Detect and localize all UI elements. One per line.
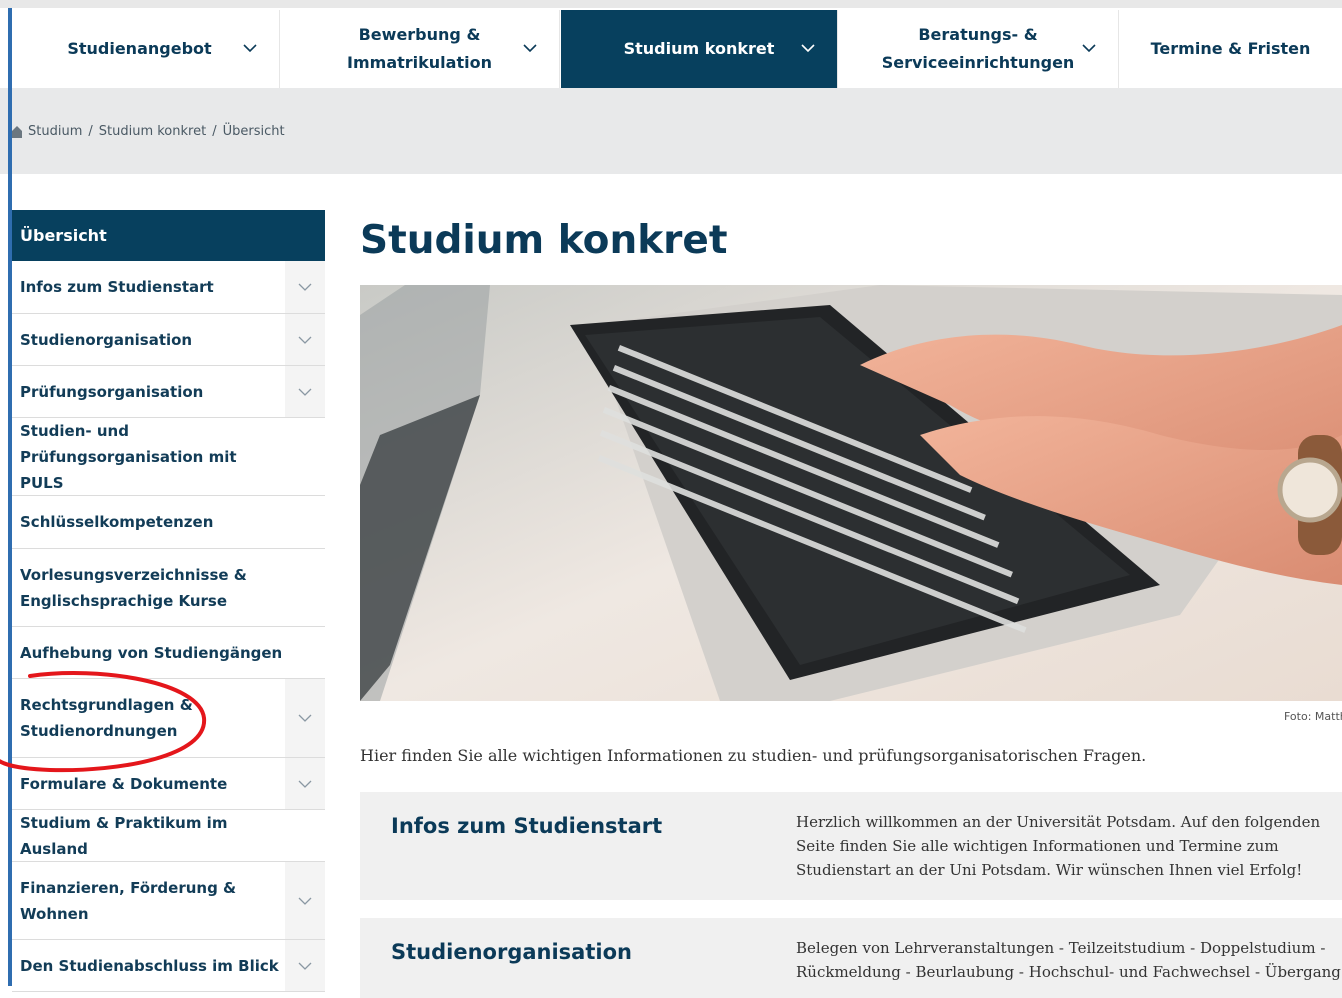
- chevron-down-icon: [298, 714, 312, 722]
- sidebar-item-studienabschluss[interactable]: Den Studienabschluss im Blick: [12, 940, 325, 992]
- chevron-down-icon: [298, 962, 312, 970]
- chevron-down-icon: [298, 897, 312, 905]
- card-text: Belegen von Lehrveranstaltungen - Teilze…: [796, 939, 1341, 981]
- chevron-down-icon: [298, 388, 312, 396]
- chevron-down-icon: [1082, 44, 1096, 53]
- card-text: Herzlich willkommen an der Universität P…: [796, 813, 1321, 879]
- sidebar-item-label: Studien- und Prüfungsorganisation mit PU…: [20, 421, 237, 492]
- sidebar-item-label: Rechtsgrundlagen & Studienordnungen: [20, 696, 193, 740]
- card-title[interactable]: Studienorganisation: [391, 940, 632, 964]
- hero-image: [360, 285, 1342, 701]
- sidebar-item-label: Infos zum Studienstart: [20, 278, 214, 296]
- page-title: Studium konkret: [360, 218, 728, 263]
- expand-toggle[interactable]: [285, 679, 325, 757]
- sidebar-item-studienorganisation[interactable]: Studienorganisation: [12, 314, 325, 366]
- expand-toggle[interactable]: [285, 862, 325, 939]
- card-infos-studienstart[interactable]: Infos zum Studienstart Herzlich willkomm…: [360, 792, 1342, 900]
- chevron-down-icon: [298, 780, 312, 788]
- keyboard-photo: [360, 285, 1342, 701]
- breadcrumb-current: Übersicht: [222, 124, 285, 139]
- chevron-down-icon: [298, 283, 312, 291]
- nav-label: Studium konkret: [623, 39, 775, 58]
- sidebar-item-pruefungsorganisation[interactable]: Prüfungsorganisation: [12, 366, 325, 418]
- top-strip: [0, 0, 1342, 8]
- breadcrumb-link-studium[interactable]: Studium: [28, 124, 82, 139]
- sidebar-item-uebersicht[interactable]: Übersicht: [12, 210, 325, 261]
- nav-beratung[interactable]: Beratungs- & Serviceeinrichtungen: [838, 10, 1119, 88]
- sidebar-navigation: Übersicht Infos zum Studienstart Studien…: [12, 210, 325, 992]
- sidebar-item-label: Aufhebung von Studiengängen: [20, 643, 283, 662]
- sidebar-item-label: Formulare & Dokumente: [20, 774, 228, 793]
- chevron-down-icon: [298, 336, 312, 344]
- breadcrumb-separator: /: [212, 124, 217, 139]
- expand-toggle[interactable]: [285, 366, 325, 417]
- nav-termine[interactable]: Termine & Fristen: [1119, 10, 1342, 88]
- sidebar-item-studienstart[interactable]: Infos zum Studienstart: [12, 261, 325, 314]
- sidebar-item-label: Studienorganisation: [20, 330, 193, 349]
- card-title[interactable]: Infos zum Studienstart: [391, 814, 662, 838]
- sidebar-item-schluesselkompetenzen[interactable]: Schlüsselkompetenzen: [12, 496, 325, 549]
- photo-credit: Foto: Matth: [1284, 710, 1342, 723]
- sidebar-item-label: Studium & Praktikum im Ausland: [20, 813, 228, 858]
- left-blue-rule: [8, 8, 12, 986]
- card-studienorganisation[interactable]: Studienorganisation Belegen von Lehrvera…: [360, 918, 1342, 998]
- chevron-down-icon: [243, 44, 257, 53]
- sidebar-item-label: Den Studienabschluss im Blick: [20, 956, 279, 975]
- sidebar-item-aufhebung[interactable]: Aufhebung von Studiengängen: [12, 627, 325, 679]
- nav-label: Bewerbung & Immatrikulation: [347, 25, 492, 72]
- sidebar-item-ausland[interactable]: Studium & Praktikum im Ausland: [12, 810, 325, 862]
- expand-toggle[interactable]: [285, 940, 325, 991]
- expand-toggle[interactable]: [285, 758, 325, 809]
- home-icon[interactable]: [12, 125, 22, 138]
- nav-label: Studienangebot: [67, 39, 212, 58]
- nav-bewerbung[interactable]: Bewerbung & Immatrikulation: [280, 10, 560, 88]
- sidebar-item-rechtsgrundlagen[interactable]: Rechtsgrundlagen & Studienordnungen: [12, 679, 325, 758]
- expand-toggle[interactable]: [285, 314, 325, 365]
- sidebar-item-puls[interactable]: Studien- und Prüfungsorganisation mit PU…: [12, 418, 325, 496]
- nav-studium-konkret[interactable]: Studium konkret: [561, 10, 838, 88]
- breadcrumb-separator: /: [88, 124, 93, 139]
- chevron-down-icon: [523, 44, 537, 53]
- sidebar-item-label: Finanzieren, Förderung & Wohnen: [20, 878, 237, 923]
- sidebar-item-label: Prüfungsorganisation: [20, 382, 204, 401]
- sidebar-item-finanzieren[interactable]: Finanzieren, Förderung & Wohnen: [12, 862, 325, 940]
- nav-label: Termine & Fristen: [1150, 39, 1311, 58]
- expand-toggle[interactable]: [285, 261, 325, 313]
- breadcrumb-link-studium-konkret[interactable]: Studium konkret: [99, 124, 206, 139]
- nav-label: Beratungs- & Serviceeinrichtungen: [881, 25, 1075, 72]
- chevron-down-icon: [801, 44, 815, 53]
- main-navigation: Studienangebot Bewerbung & Immatrikulati…: [0, 10, 1342, 88]
- nav-studienangebot[interactable]: Studienangebot: [0, 10, 280, 88]
- sidebar-item-label: Schlüsselkompetenzen: [20, 513, 214, 531]
- sidebar-item-formulare[interactable]: Formulare & Dokumente: [12, 758, 325, 810]
- breadcrumb: Studium / Studium konkret / Übersicht: [12, 124, 285, 139]
- sidebar-item-label: Vorlesungsverzeichnisse & Englischsprach…: [20, 565, 247, 610]
- sidebar-item-vorlesungsverzeichnisse[interactable]: Vorlesungsverzeichnisse & Englischsprach…: [12, 549, 325, 627]
- intro-text: Hier finden Sie alle wichtigen Informati…: [360, 746, 1147, 765]
